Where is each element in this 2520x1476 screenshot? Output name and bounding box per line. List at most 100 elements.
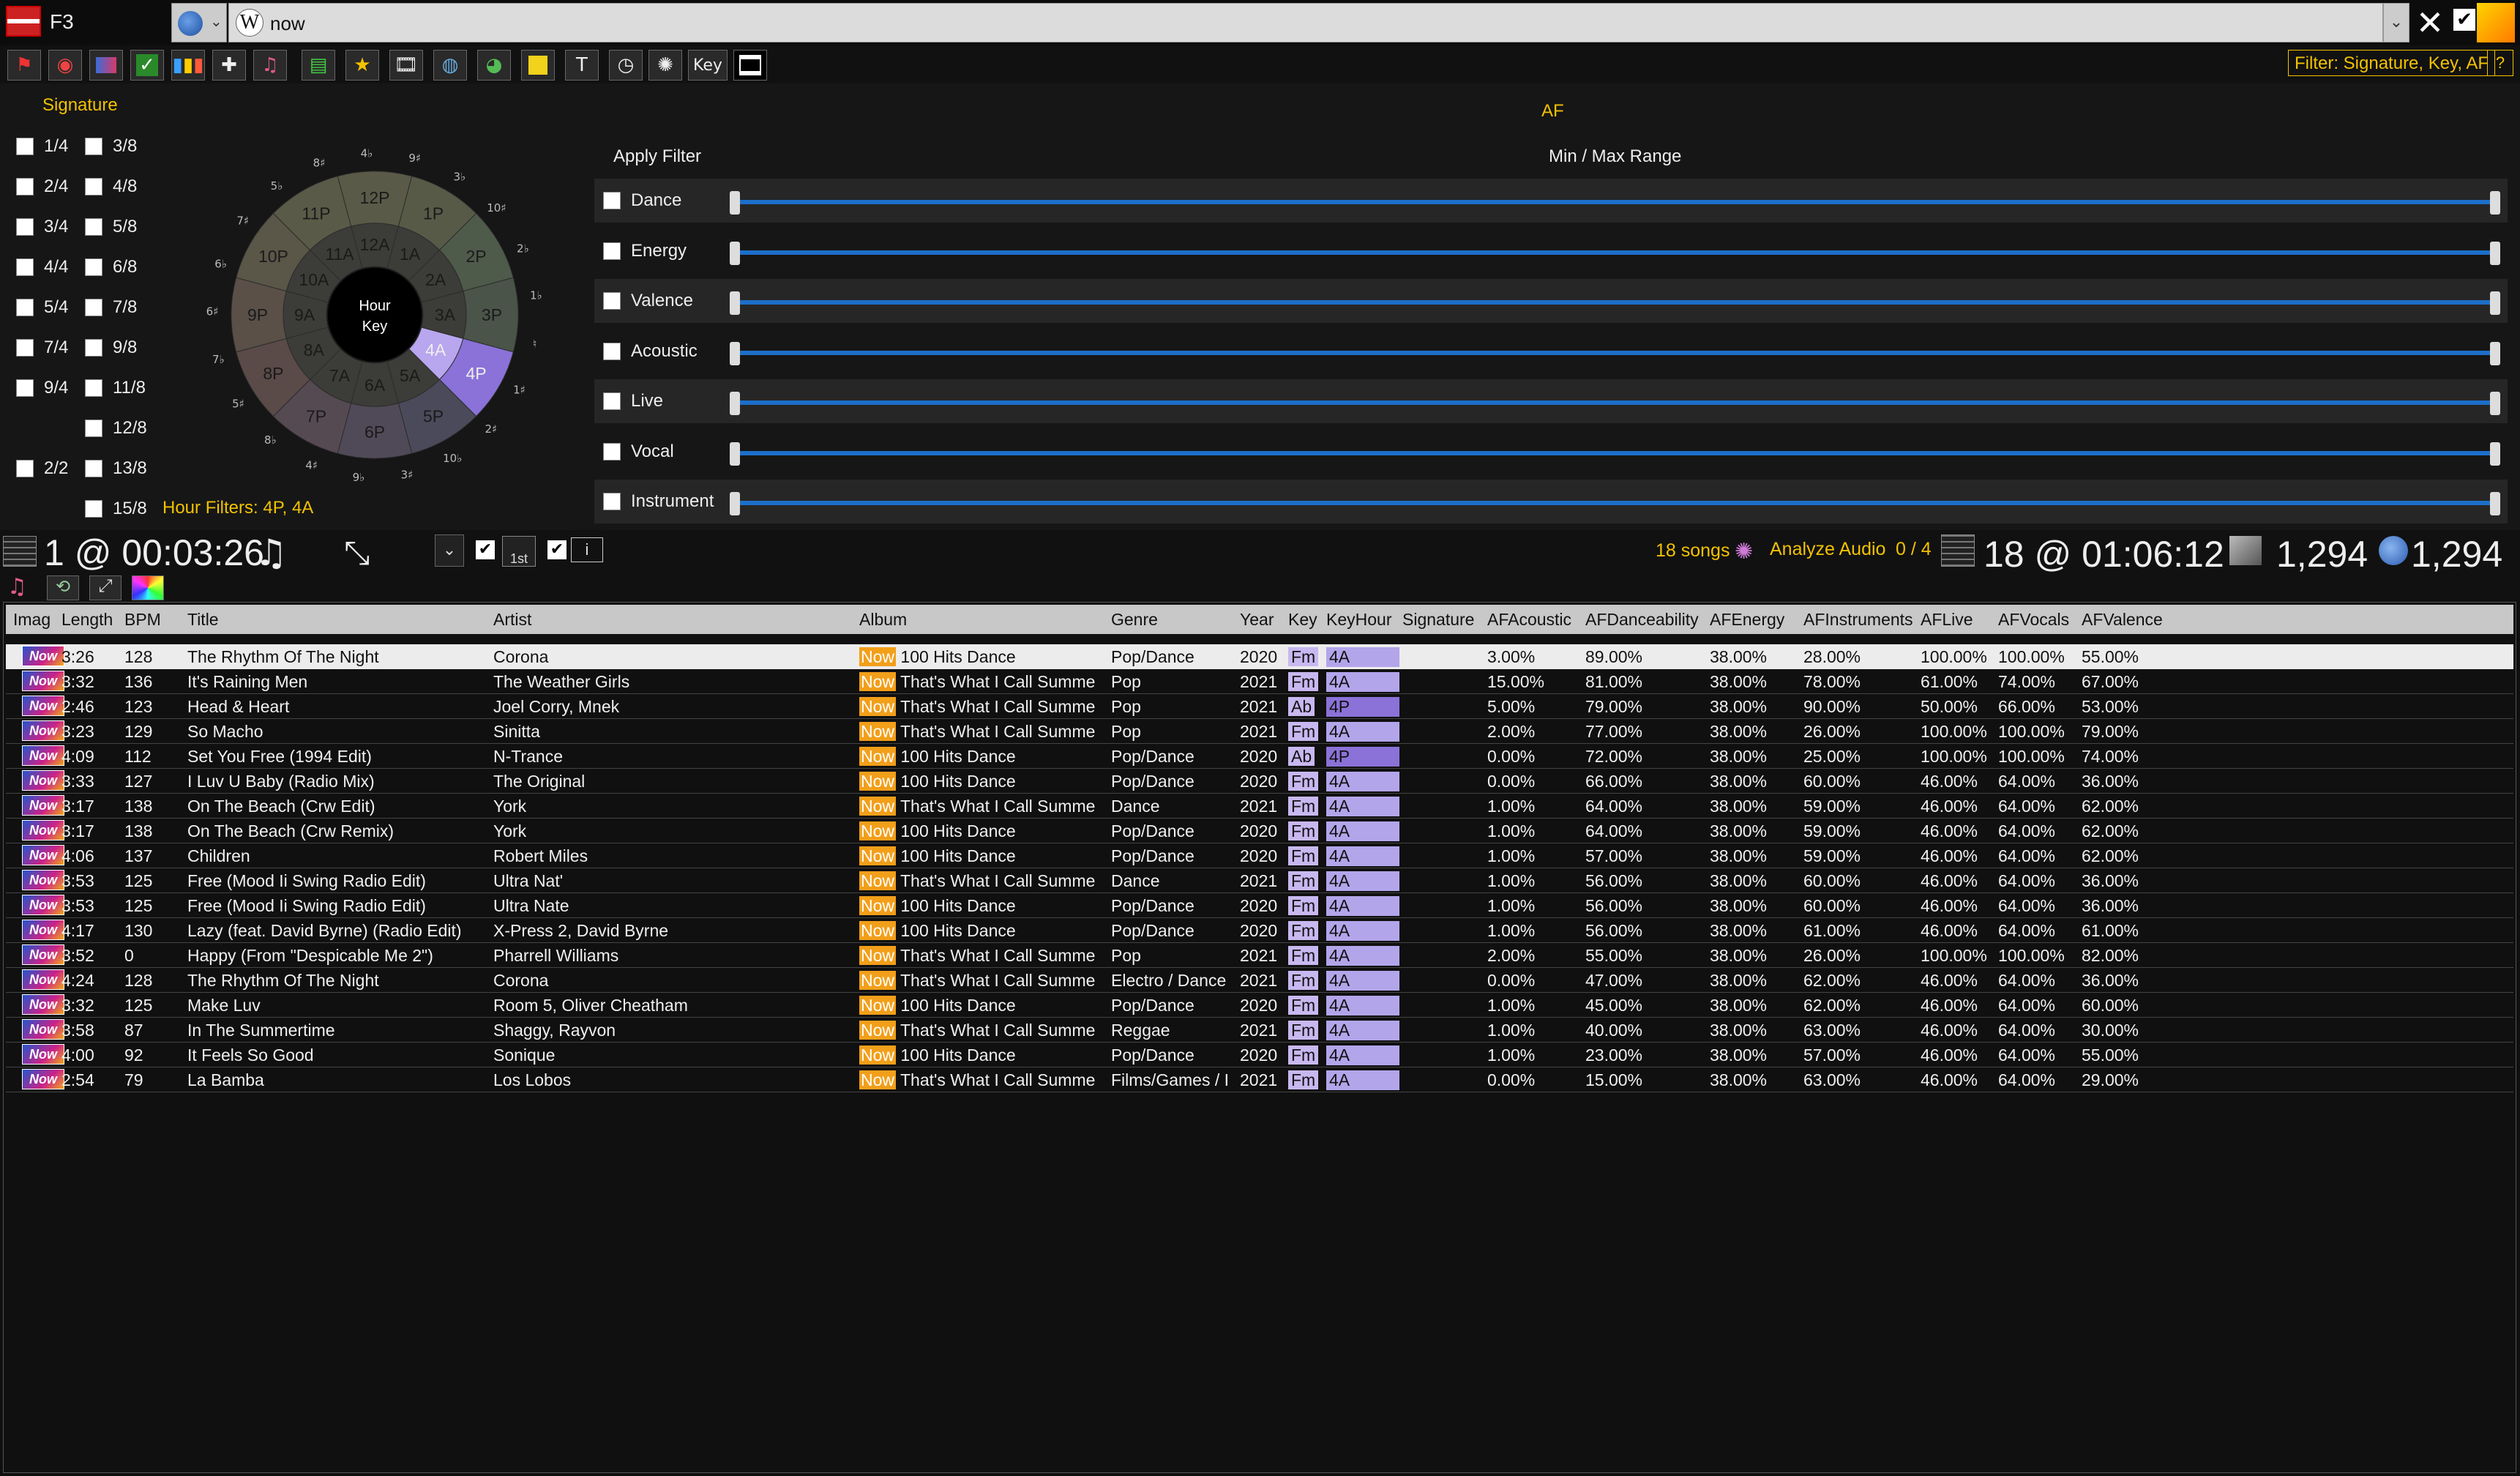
af-range-track[interactable]	[733, 300, 2497, 305]
checkbox-box[interactable]	[85, 299, 102, 316]
bar-chart-icon[interactable]: ▮ ▮ ▮	[171, 50, 205, 81]
table-row[interactable]: Now 3:26 128 The Rhythm Of The Night Corona N…	[6, 644, 2513, 669]
checkbox-box[interactable]	[85, 258, 102, 276]
signature-checkbox[interactable]: 1/4	[16, 136, 68, 157]
signature-checkbox[interactable]: 15/8	[85, 499, 147, 519]
af-max-handle[interactable]	[2490, 392, 2500, 415]
help-button[interactable]: ?	[2487, 50, 2513, 76]
music-note-icon[interactable]: ♫	[255, 532, 288, 574]
signature-checkbox[interactable]: 4/4	[16, 257, 68, 277]
column-header-album[interactable]: Album	[859, 610, 907, 630]
mode-select[interactable]: ⌄	[435, 534, 464, 567]
globe-icon[interactable]: ◍	[433, 50, 467, 81]
column-header-year[interactable]: Year	[1240, 610, 1274, 630]
af-max-handle[interactable]	[2490, 341, 2500, 365]
expand-tab-icon[interactable]: ⤢	[89, 575, 121, 600]
table-row[interactable]: Now 3:32 125 Make Luv Room 5, Oliver Cheatha…	[6, 993, 2513, 1018]
first-toggle[interactable]: 1st	[502, 536, 536, 567]
signature-checkbox[interactable]: 3/4	[16, 217, 68, 237]
earth-icon[interactable]: ◕	[477, 50, 511, 81]
dots-ring-icon[interactable]: ✺	[648, 50, 682, 81]
playlist-grid-icon[interactable]	[1941, 534, 1975, 567]
table-row[interactable]: Now 3:17 138 On The Beach (Crw Remix) York No…	[6, 819, 2513, 843]
signature-checkbox[interactable]: 9/8	[85, 338, 137, 358]
column-header-genre[interactable]: Genre	[1111, 610, 1158, 630]
af-min-handle[interactable]	[730, 492, 740, 515]
signature-checkbox[interactable]: 7/4	[16, 338, 68, 358]
search-dropdown-chevron-icon[interactable]: ⌄	[2383, 3, 2409, 42]
af-max-handle[interactable]	[2490, 492, 2500, 515]
signature-checkbox[interactable]: 4/8	[85, 176, 137, 197]
checkbox-box[interactable]	[85, 138, 102, 155]
color-swatch-icon[interactable]	[2477, 3, 2515, 42]
wikipedia-icon[interactable]: W	[236, 9, 263, 37]
window-flag-icon[interactable]	[6, 6, 41, 37]
af-max-handle[interactable]	[2490, 241, 2500, 265]
refresh-tab-icon[interactable]: ⟲	[47, 575, 79, 600]
clear-search-close-icon[interactable]: ✕	[2415, 3, 2445, 42]
checkbox-box[interactable]	[85, 420, 102, 437]
column-header-imag[interactable]: Imag	[13, 610, 51, 630]
palette-icon[interactable]	[89, 50, 123, 81]
grid-view-icon[interactable]	[3, 536, 37, 567]
checkbox-box[interactable]	[16, 379, 34, 397]
table-row[interactable]: Now 4:17 130 Lazy (feat. David Byrne) (Radi…	[6, 918, 2513, 943]
table-row[interactable]: Now 3:17 138 On The Beach (Crw Edit) York Now…	[6, 794, 2513, 819]
table-row[interactable]: Now 4:24 128 The Rhythm Of The Night Corona N…	[6, 968, 2513, 993]
check-toggle-icon[interactable]: ✔	[2453, 9, 2475, 31]
table-row[interactable]: Now 3:33 127 I Luv U Baby (Radio Mix) The Or…	[6, 769, 2513, 794]
af-min-handle[interactable]	[730, 392, 740, 415]
checkbox-box[interactable]	[85, 339, 102, 357]
column-header-afenergy[interactable]: AFEnergy	[1710, 610, 1784, 630]
af-range-track[interactable]	[733, 501, 2497, 505]
af-checkbox[interactable]	[603, 342, 621, 360]
af-max-handle[interactable]	[2490, 441, 2500, 466]
clock-icon[interactable]: ◷	[609, 50, 643, 81]
checkbox-box[interactable]	[85, 500, 102, 518]
column-header-signature[interactable]: Signature	[1402, 610, 1474, 630]
column-header-bpm[interactable]: BPM	[124, 610, 161, 630]
checkbox-box[interactable]	[16, 258, 34, 276]
music-tab-icon[interactable]: ♫	[7, 574, 37, 600]
table-row[interactable]: Now 3:58 87 In The Summertime Shaggy, Rayvon…	[6, 1018, 2513, 1043]
signature-checkbox[interactable]: 3/8	[85, 136, 137, 157]
text-icon[interactable]: T	[565, 50, 599, 81]
af-checkbox[interactable]	[603, 292, 621, 310]
af-max-handle[interactable]	[2490, 191, 2500, 215]
column-header-keyhour[interactable]: KeyHour	[1326, 610, 1391, 630]
signature-checkbox[interactable]: 11/8	[85, 378, 146, 398]
signature-checkbox[interactable]: 5/8	[85, 217, 137, 237]
info-checkbox[interactable]: ✔	[547, 540, 567, 559]
flag-icon[interactable]: ⚑	[7, 50, 41, 81]
table-row[interactable]: Now 3:53 125 Free (Mood Ii Swing Radio Edit…	[6, 868, 2513, 893]
film-icon[interactable]: 🎞	[389, 50, 423, 81]
record-icon[interactable]: ◉	[48, 50, 82, 81]
column-header-afvalence[interactable]: AFValence	[2082, 610, 2163, 630]
checkbox-box[interactable]	[16, 339, 34, 357]
hour-key-wheel[interactable]: 12P 12A 1P 1A 2P 2A 3P 3A 4P 4A 5P 5A 6P 6A 7P 7A 8P 8A 9P…	[183, 144, 556, 491]
signature-checkbox[interactable]: 13/8	[85, 458, 147, 479]
column-header-afacoustic[interactable]: AFAcoustic	[1487, 610, 1571, 630]
cursor-click-icon[interactable]: ⤡	[344, 534, 370, 572]
af-range-track[interactable]	[733, 250, 2497, 255]
checkbox-box[interactable]	[16, 299, 34, 316]
filter-status-label[interactable]: Filter: Signature, Key, AF	[2288, 50, 2495, 76]
af-min-handle[interactable]	[730, 441, 740, 466]
column-header-afvocals[interactable]: AFVocals	[1998, 610, 2069, 630]
af-min-handle[interactable]	[730, 191, 740, 215]
af-range-track[interactable]	[733, 350, 2497, 355]
signature-checkbox[interactable]: 2/2	[16, 458, 68, 479]
signature-checkbox[interactable]: 7/8	[85, 297, 137, 318]
info-icon[interactable]: i	[571, 537, 603, 562]
film-strip-icon[interactable]: ▤	[302, 50, 335, 81]
checkbox-box[interactable]	[16, 138, 34, 155]
signature-checkbox[interactable]: 2/4	[16, 176, 68, 197]
column-header-afdanceability[interactable]: AFDanceability	[1585, 610, 1699, 630]
checkbox-box[interactable]	[85, 218, 102, 236]
table-row[interactable]: Now 3:23 129 So Macho Sinitta Now That's What…	[6, 719, 2513, 744]
enable-checkbox[interactable]: ✔	[476, 540, 495, 559]
check-icon[interactable]: ✓	[130, 50, 164, 81]
checkbox-box[interactable]	[85, 460, 102, 477]
signature-checkbox[interactable]: 6/8	[85, 257, 137, 277]
table-row[interactable]: Now 2:54 79 La Bamba Los Lobos Now That's Wha…	[6, 1067, 2513, 1092]
